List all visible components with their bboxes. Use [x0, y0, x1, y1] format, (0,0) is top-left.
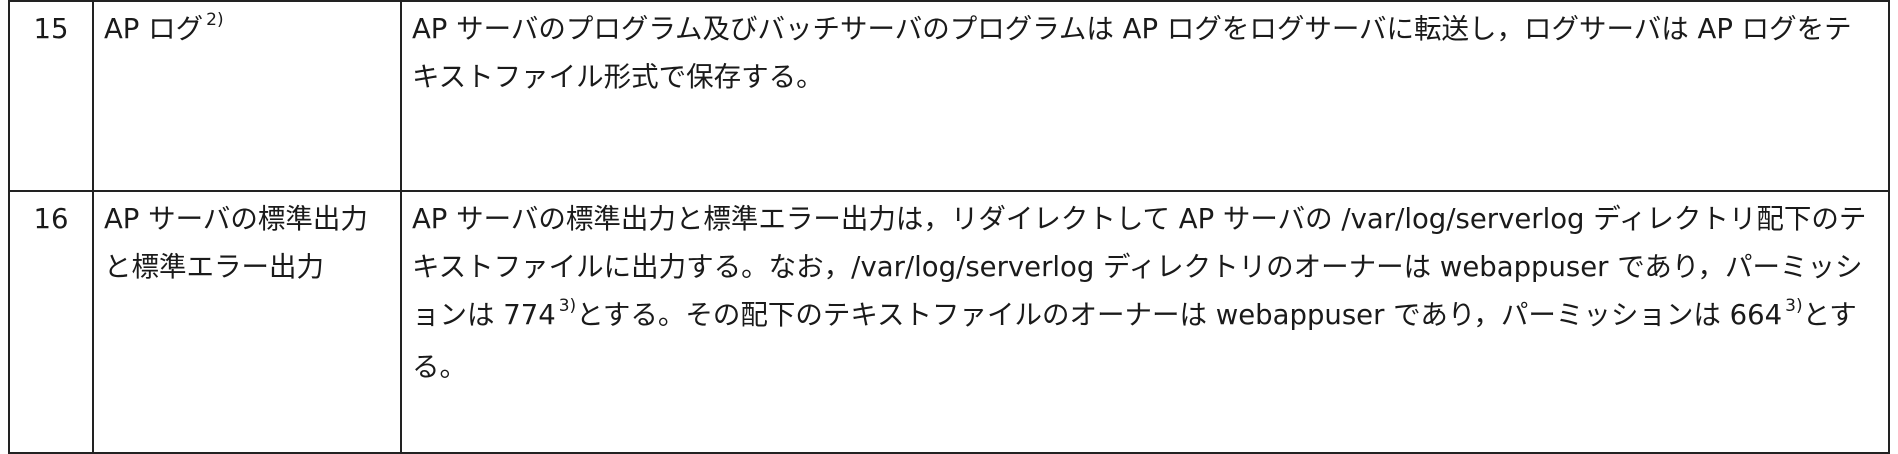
spec-table: 15 AP ログ 2) AP サーバのプログラム及びバッチサーバのプログラムは A…: [8, 0, 1890, 454]
description-cell: AP サーバのプログラム及びバッチサーバのプログラムは AP ログをログサーバに…: [400, 0, 1890, 192]
item-cell: AP ログ 2): [92, 0, 402, 192]
description-cell: AP サーバの標準出力と標準エラー出力は，リダイレクトして AP サーバの /v…: [400, 190, 1890, 454]
row-number: 15: [8, 0, 94, 192]
description-text: とする。その配下のテキストファイルのオーナーは webappuser であり，パ…: [576, 299, 1783, 331]
footnote-ref: 2): [206, 10, 224, 30]
item-cell: AP サーバの標準出力と標準エラー出力: [92, 190, 402, 454]
footnote-ref: 3): [1785, 296, 1803, 316]
row-number: 16: [8, 190, 94, 454]
table-row: 15 AP ログ 2) AP サーバのプログラム及びバッチサーバのプログラムは A…: [8, 0, 1890, 192]
footnote-ref: 3): [558, 296, 577, 316]
item-name: AP ログ: [104, 13, 204, 45]
table-row: 16 AP サーバの標準出力と標準エラー出力 AP サーバの標準出力と標準エラー…: [8, 190, 1890, 454]
